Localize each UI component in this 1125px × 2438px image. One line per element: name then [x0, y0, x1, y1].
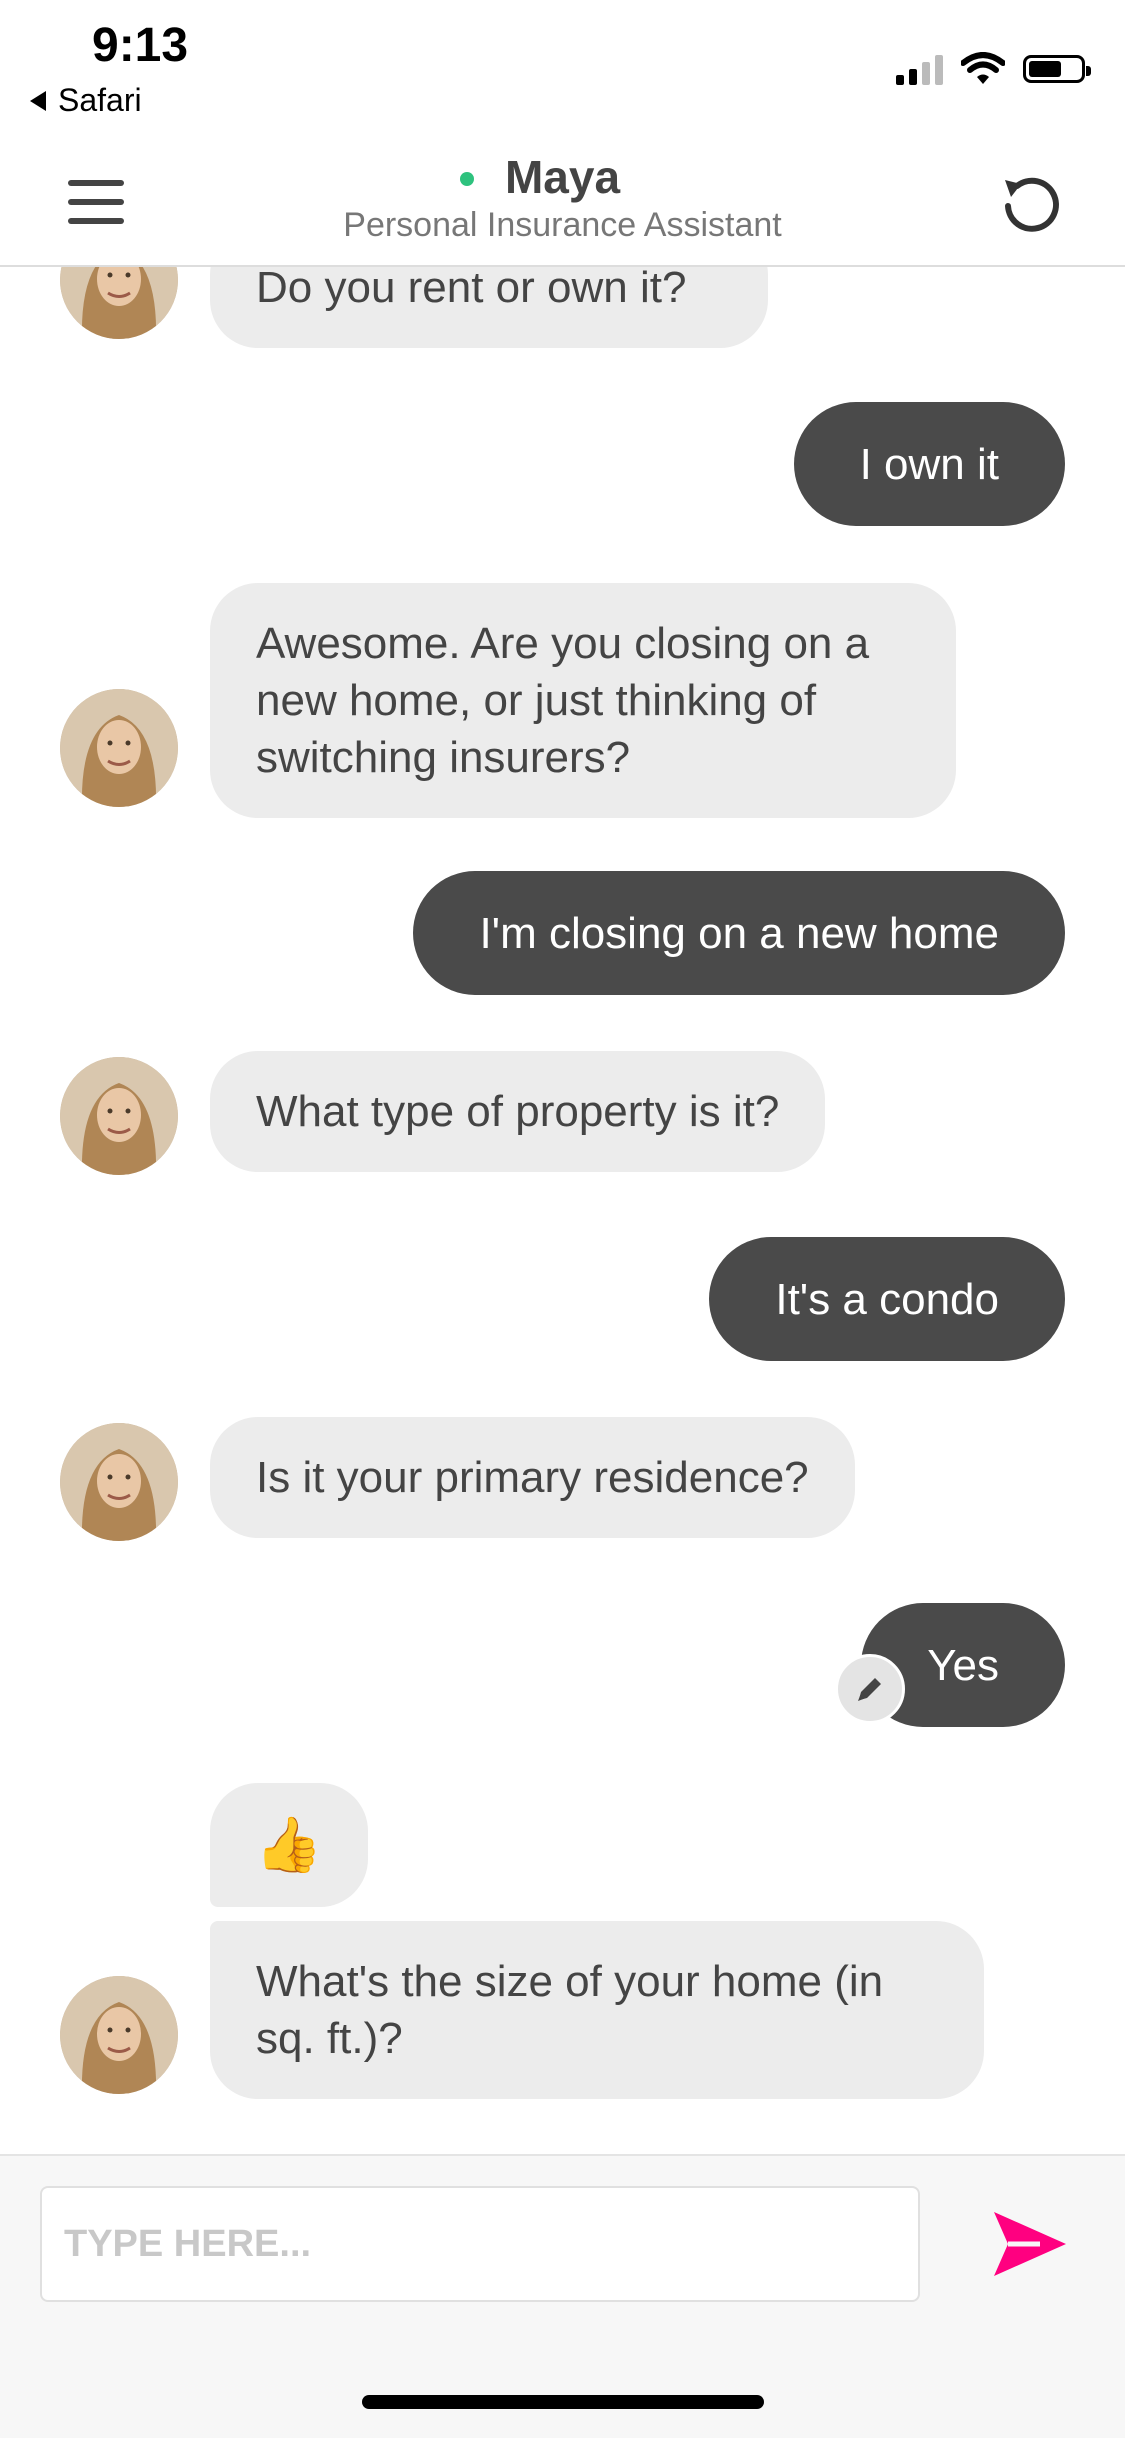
agent-subtitle: Personal Insurance Assistant [343, 206, 782, 244]
battery-icon [1023, 55, 1091, 83]
status-time: 9:13 [92, 19, 189, 72]
back-app-label: Safari [58, 82, 142, 118]
agent-avatar [60, 1423, 178, 1541]
chat-transcript[interactable]: Do you rent or own it? I own it Awesome.… [0, 267, 1125, 2154]
agent-avatar [60, 1057, 178, 1175]
agent-name: Maya [504, 151, 621, 203]
agent-message-bubble: Is it your primary residence? [210, 1417, 855, 1538]
home-indicator [362, 2395, 764, 2409]
agent-avatar [60, 1976, 178, 2094]
agent-emoji-bubble: 👍 [210, 1783, 368, 1907]
edit-answer-pencil-icon[interactable] [835, 1654, 905, 1724]
chat-message-input[interactable] [40, 2186, 920, 2302]
agent-avatar [60, 267, 178, 339]
status-bar: 9:13 Safari [0, 0, 1125, 140]
back-triangle-icon [30, 90, 46, 111]
thumbs-up-emoji: 👍 [255, 1814, 323, 1875]
online-status-dot [460, 172, 474, 186]
send-icon[interactable] [990, 2208, 1070, 2280]
status-icons [896, 52, 1091, 86]
wifi-icon [961, 52, 1005, 84]
user-message-bubble: I'm closing on a new home [413, 871, 1065, 995]
cellular-signal-icon [896, 53, 943, 85]
back-to-safari-link[interactable]: Safari [30, 82, 142, 119]
agent-message-bubble: What's the size of your home (in sq. ft.… [210, 1921, 984, 2099]
chat-header: Maya Personal Insurance Assistant [0, 140, 1125, 267]
agent-avatar [60, 689, 178, 807]
agent-message-bubble: What type of property is it? [210, 1051, 826, 1172]
agent-message-bubble: Awesome. Are you closing on a new home, … [210, 583, 956, 818]
user-message-bubble: I own it [793, 402, 1065, 526]
agent-message-bubble: Do you rent or own it? [210, 267, 768, 348]
user-message-bubble: It's a condo [709, 1237, 1065, 1361]
restart-icon[interactable] [997, 168, 1065, 236]
